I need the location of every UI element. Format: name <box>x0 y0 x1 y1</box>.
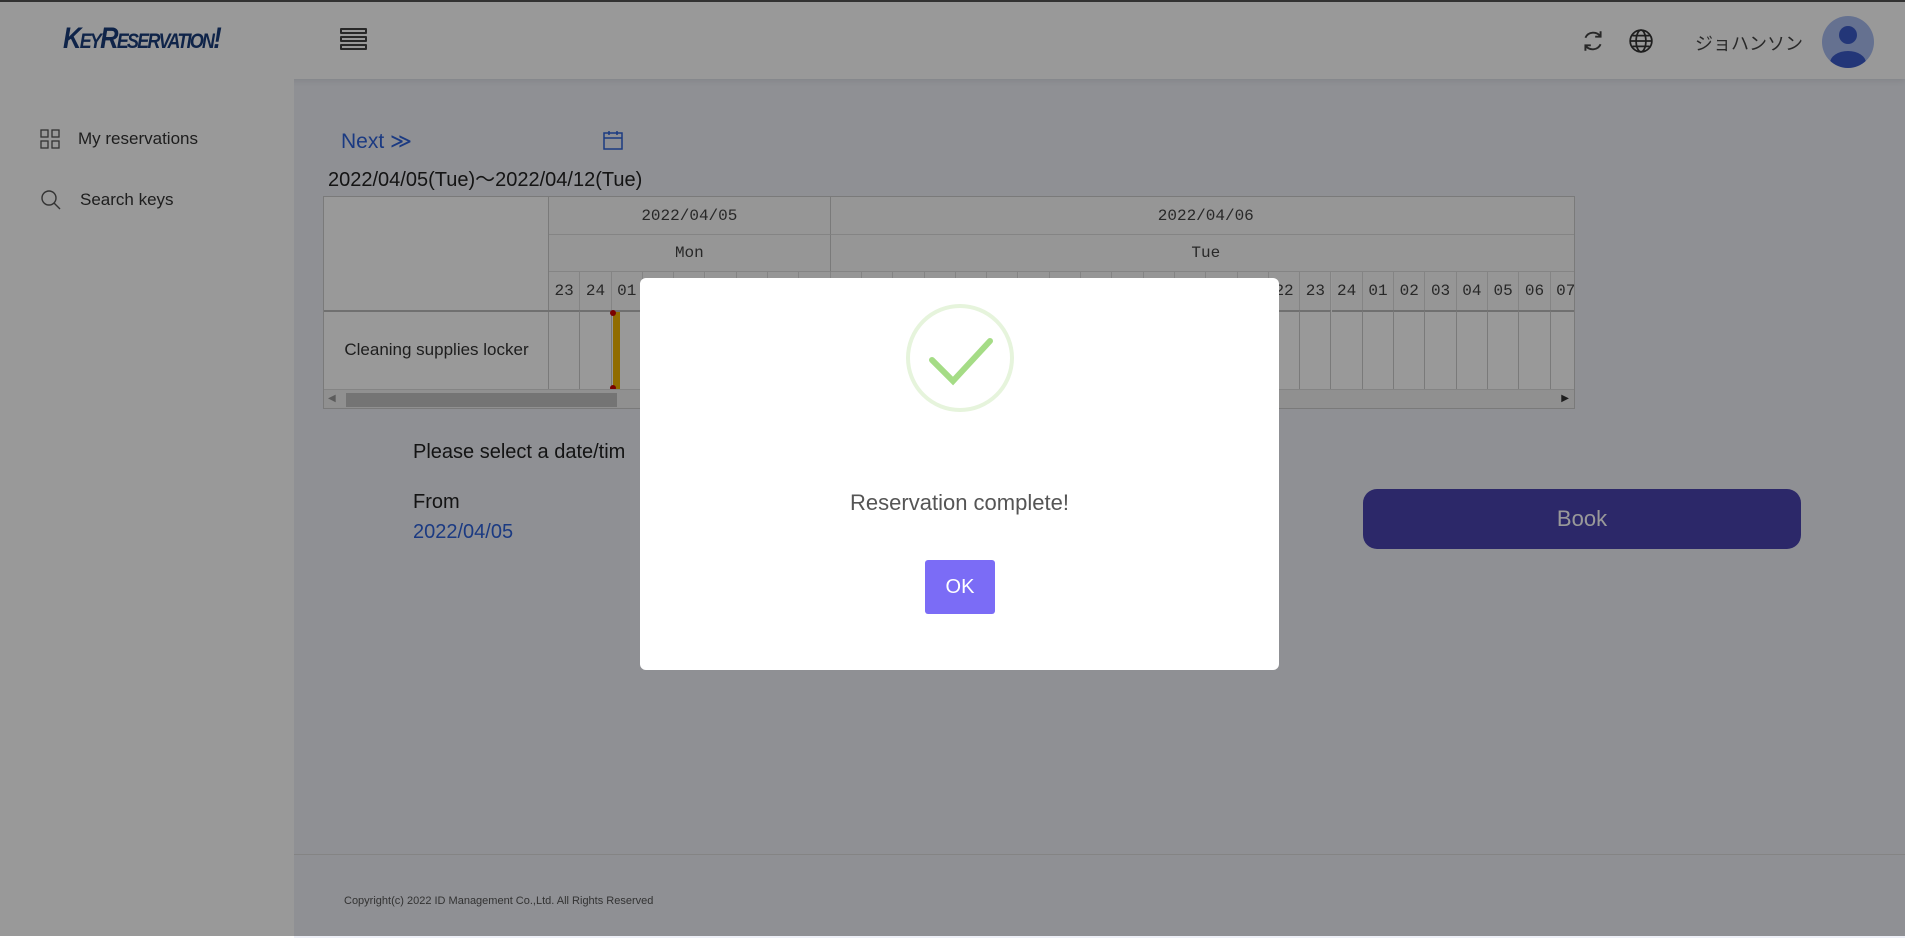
dialog-message: Reservation complete! <box>850 490 1069 515</box>
ok-button[interactable]: OK <box>925 560 995 614</box>
check-circle-icon <box>906 304 1014 412</box>
reservation-complete-dialog: Reservation complete! OK <box>640 278 1279 670</box>
